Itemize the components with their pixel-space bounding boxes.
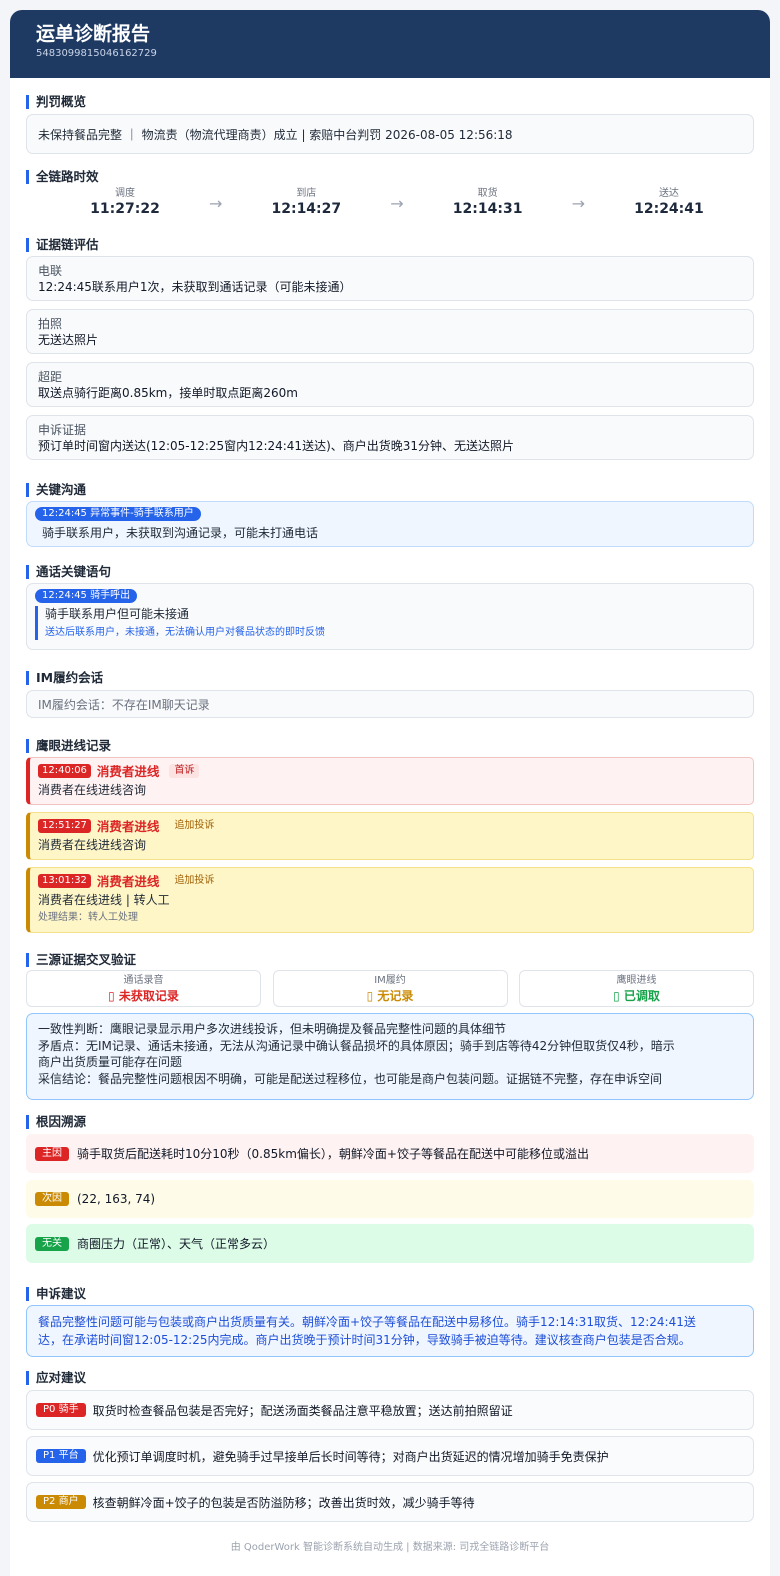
evidence-appeal: 申诉证据 预订单时间窗内送达(12:05-12:25窗内12:24:41送达)、…: [26, 415, 754, 460]
page-title: 运单诊断报告: [36, 23, 151, 45]
section-root-title: 根因溯源: [26, 1115, 754, 1129]
im-box: IM履约会话：不存在IM聊天记录: [26, 690, 754, 718]
section-hawk-title: 鹰眼进线记录: [26, 739, 754, 753]
evidence-call: 电联 12:24:45联系用户1次，未获取到通话记录（可能未接通）: [26, 256, 754, 301]
arrow-icon: →: [390, 194, 404, 213]
timeline: 调度 11:27:22 → 到店 12:14:27 → 取货 12:14:31 …: [26, 188, 754, 218]
report-header: 运单诊断报告 5483099815046162729: [10, 10, 770, 78]
hawk-record-3: 13:01:32 消费者进线 追加投诉 消费者在线进线 | 转人工 处理结果：转…: [26, 867, 754, 933]
order-id: 5483099815046162729: [36, 48, 157, 59]
section-verdict-title: 判罚概览: [26, 95, 754, 109]
timeline-node-delivered: 送达 12:24:41: [634, 188, 704, 217]
timeline-node-arrive: 到店 12:14:27: [271, 188, 342, 217]
comm-box: 12:24:45 异常事件-骑手联系用户 骑手联系用户，未获取到沟通记录，可能未…: [26, 501, 754, 547]
action-p1: P1 平台 优化预订单调度时机，避免骑手过早接单后长时间等待；对商户出货延迟的情…: [26, 1436, 754, 1476]
root-cause-unrelated: 无关 商圈压力（正常）、天气（正常多云）: [26, 1224, 754, 1263]
evidence-photo: 拍照 无送达照片: [26, 309, 754, 354]
verify-card-call: 通话录音 ▯ 未获取记录: [26, 970, 261, 1007]
verify-cards: 通话录音 ▯ 未获取记录 IM履约 ▯ 无记录 鹰眼进线 ▯ 已调取: [26, 970, 754, 1007]
arrow-icon: →: [571, 194, 585, 213]
section-call-title: 通话关键语句: [26, 565, 754, 579]
evidence-distance: 超距 取送点骑行距离0.85km，接单时取点距离260m: [26, 362, 754, 407]
call-tag: 12:24:45 骑手呼出: [35, 589, 138, 603]
action-p0: P0 骑手 取货时检查餐品包装是否完好；配送汤面类餐品注意平稳放置；送达前拍照留…: [26, 1390, 754, 1430]
comm-body: 骑手联系用户，未获取到沟通记录，可能未打通电话: [42, 526, 319, 540]
appeal-box: 餐品完整性问题可能与包装或商户出货质量有关。朝鲜冷面+饺子等餐品在配送中易移位。…: [26, 1305, 754, 1357]
call-line: 骑手联系用户但可能未接通: [45, 607, 190, 621]
section-comm-title: 关键沟通: [26, 483, 754, 497]
verdict-box: 未保持餐品完整 ｜ 物流责（物流代理商责）成立 | 索赔中台判罚 2026-08…: [26, 114, 754, 154]
arrow-icon: →: [208, 194, 223, 213]
section-evidence-title: 证据链评估: [26, 238, 754, 252]
report-page: 运单诊断报告 5483099815046162729 判罚概览 未保持餐品完整 …: [10, 10, 770, 1576]
verify-card-hawk: 鹰眼进线 ▯ 已调取: [519, 970, 754, 1007]
footer: 由 QoderWork 智能诊断系统自动生成 | 数据来源: 司戎全链路诊断平台: [230, 1542, 550, 1553]
call-box: 12:24:45 骑手呼出 骑手联系用户但可能未接通 送达后联系用户，未接通，无…: [26, 583, 754, 650]
section-timeline-title: 全链路时效: [26, 170, 754, 184]
section-im-title: IM履约会话: [26, 671, 754, 685]
timeline-node-dispatch: 调度 11:27:22: [90, 188, 160, 217]
hawk-record-2: 12:51:27 消费者进线 追加投诉 消费者在线进线咨询: [26, 812, 754, 860]
action-p2: P2 商户 核查朝鲜冷面+饺子的包装是否防溢防移；改善出货时效，减少骑手等待: [26, 1482, 754, 1522]
hawk-record-1: 12:40:06 消费者进线 首诉 消费者在线进线咨询: [26, 757, 754, 805]
timeline-node-pickup: 取货 12:14:31: [452, 188, 523, 217]
verify-card-im: IM履约 ▯ 无记录: [272, 970, 508, 1007]
verdict-text: 未保持餐品完整 ｜ 物流责（物流代理商责）成立 | 索赔中台判罚 2026-08…: [38, 127, 513, 142]
section-verify-title: 三源证据交叉验证: [26, 953, 754, 967]
root-cause-main: 主因 骑手取货后配送耗时10分10秒（0.85km偏长），朝鲜冷面+饺子等餐品在…: [26, 1134, 754, 1173]
section-actions-title: 应对建议: [26, 1371, 754, 1385]
root-cause-secondary: 次因 (22, 163, 74): [26, 1180, 754, 1218]
call-note: 送达后联系用户，未接通，无法确认用户对餐品状态的即时反馈: [45, 627, 325, 638]
verify-text-box: 一致性判断：鹰眼记录显示用户多次进线投诉，但未明确提及餐品完整性问题的具体细节 …: [26, 1013, 754, 1100]
im-text: IM履约会话：不存在IM聊天记录: [38, 697, 210, 712]
comm-tag: 12:24:45 异常事件-骑手联系用户: [35, 507, 201, 521]
section-appeal-title: 申诉建议: [26, 1287, 754, 1301]
